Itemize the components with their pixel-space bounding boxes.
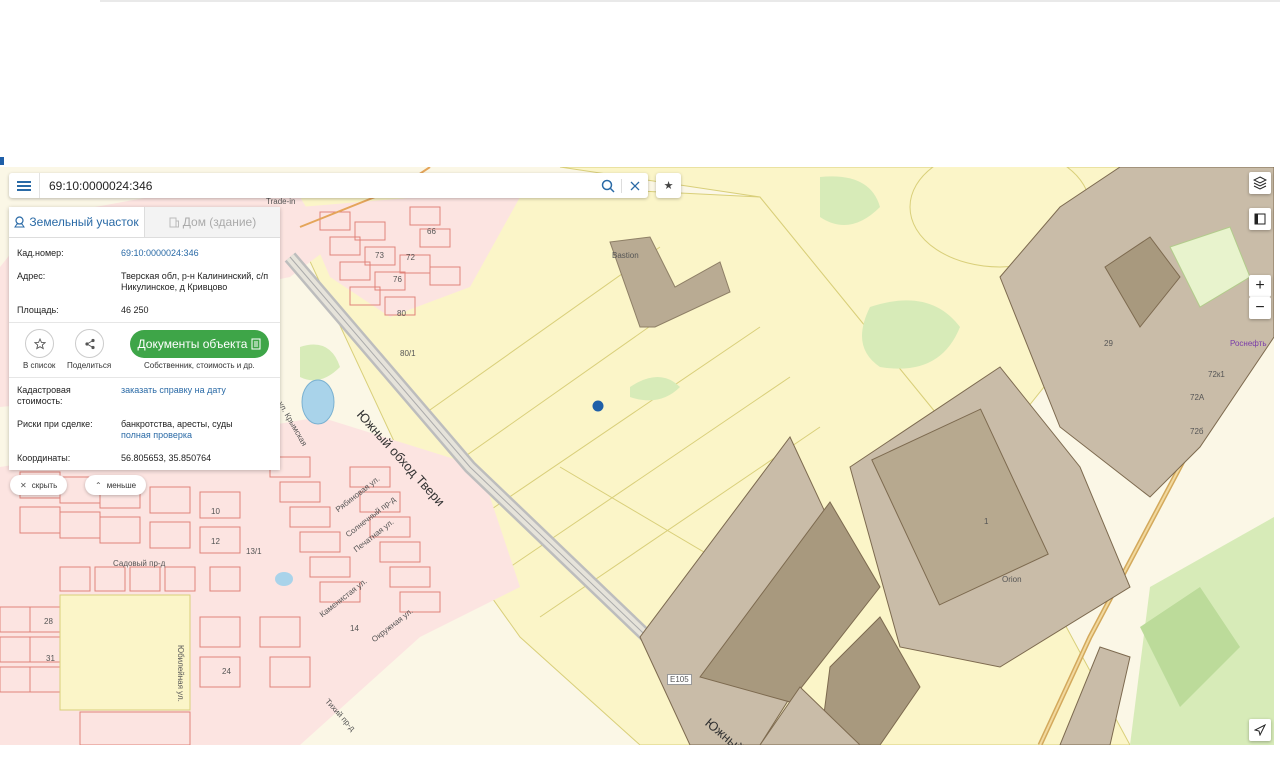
documents-caption: Собственник, стоимость и др.	[144, 361, 255, 370]
chevron-up-icon: ⌃	[95, 480, 102, 490]
tabs: Земельный участок Дом (здание)	[9, 207, 280, 238]
add-to-list-button[interactable]	[25, 329, 54, 358]
map-label-bastion: Bastion	[612, 251, 639, 260]
land-icon	[14, 216, 26, 228]
map-label-num-29: 29	[1104, 339, 1113, 348]
tab-land-parcel[interactable]: Земельный участок	[9, 207, 144, 237]
risks-value: банкротства, аресты, суды	[121, 419, 233, 429]
map-label-e105: E105	[667, 674, 692, 685]
layers-button[interactable]	[1249, 172, 1271, 194]
documents-button[interactable]: Документы объекта	[130, 330, 269, 358]
coords-label: Координаты:	[17, 453, 71, 463]
map-label-num-66: 66	[427, 227, 436, 236]
minus-icon: −	[1255, 299, 1265, 316]
map-label-num-76: 76	[393, 275, 402, 284]
star-icon: ★	[663, 180, 674, 192]
area-value: 46 250	[121, 305, 149, 315]
divider	[9, 322, 280, 323]
map-label-orion: Orion	[1002, 575, 1022, 584]
risks-label: Риски при сделке:	[17, 419, 93, 429]
map-label-num-131: 13/1	[246, 547, 262, 556]
hamburger-icon	[17, 180, 31, 191]
map-label-num-80: 80	[397, 309, 406, 318]
search-input[interactable]: 69:10:0000024:346	[40, 179, 595, 193]
search-button[interactable]	[595, 173, 621, 198]
clear-button[interactable]	[622, 173, 648, 198]
share-icon	[84, 338, 95, 349]
map-label-num-73: 73	[375, 251, 384, 260]
tab-land-label: Земельный участок	[29, 215, 139, 229]
hide-panel-button[interactable]: ✕ скрыть	[10, 475, 68, 495]
share-label: Поделиться	[67, 361, 112, 370]
map-label-num-72k1: 72к1	[1208, 370, 1225, 379]
menu-button[interactable]	[9, 173, 40, 198]
map-label-num-14: 14	[350, 624, 359, 633]
close-icon	[630, 181, 640, 190]
add-to-list-label: В список	[23, 361, 56, 370]
collapse-panel-button[interactable]: ⌃ меньше	[85, 475, 147, 495]
cost-label: Кадастровая стоимость:	[17, 385, 71, 406]
map-label-num-1: 1	[984, 517, 989, 526]
search-icon	[601, 179, 615, 193]
close-icon: ✕	[20, 480, 27, 490]
coords-value: 56.805653, 35.850764	[121, 453, 212, 463]
layers-icon	[1253, 176, 1267, 190]
kad-label: Кад.номер:	[17, 248, 64, 258]
map-label-num-12: 12	[211, 537, 220, 546]
less-label: меньше	[106, 480, 137, 490]
map-label-rosneft: Роснефть	[1230, 339, 1267, 348]
divider	[9, 377, 280, 378]
address-label: Адрес:	[17, 271, 46, 281]
navigation-arrow-icon	[1254, 724, 1266, 736]
tab-building-label: Дом (здание)	[182, 215, 257, 229]
area-label: Площадь:	[17, 305, 59, 315]
map-label-num-31: 31	[46, 654, 55, 663]
map-label-tradein: Trade-in	[266, 197, 296, 206]
address-value: Тверская обл, р-н Калининский, с/п Никул…	[121, 271, 269, 292]
full-check-link[interactable]: полная проверка	[121, 430, 271, 441]
favorite-button[interactable]: ★	[656, 173, 681, 198]
search-bar: 69:10:0000024:346	[9, 173, 648, 198]
bottom-strip	[4, 746, 1280, 767]
locate-button[interactable]	[1249, 719, 1271, 741]
map-label-num-72a: 72А	[1190, 393, 1205, 402]
map-label-yubileynaya: Юбилейная ул.	[176, 645, 185, 702]
top-divider	[100, 0, 1280, 2]
left-accent-mark	[0, 157, 4, 165]
parcel-info-panel: Земельный участок Дом (здание) Кад.номер…	[9, 207, 280, 470]
map-label-sadoviy: Садовый пр-д	[113, 559, 166, 568]
building-icon	[169, 217, 179, 227]
plus-icon: +	[1255, 277, 1265, 294]
legend-icon	[1254, 213, 1266, 225]
map-label-num-28: 28	[44, 617, 53, 626]
kad-number-link[interactable]: 69:10:0000024:346	[121, 248, 271, 259]
map-label-num-24: 24	[222, 667, 231, 676]
zoom-in-button[interactable]: +	[1249, 275, 1271, 297]
star-outline-icon	[33, 337, 46, 350]
map-label-num-726: 72б	[1190, 427, 1204, 436]
zoom-out-button[interactable]: −	[1249, 297, 1271, 319]
document-icon	[251, 338, 261, 350]
map-label-num-72: 72	[406, 253, 415, 262]
order-certificate-link[interactable]: заказать справку на дату	[121, 385, 271, 396]
map-label-num-801: 80/1	[400, 349, 416, 358]
share-button[interactable]	[75, 329, 104, 358]
hide-label: скрыть	[31, 480, 58, 490]
legend-button[interactable]	[1249, 208, 1271, 230]
map-label-num-10: 10	[211, 507, 220, 516]
documents-button-label: Документы объекта	[137, 337, 248, 351]
tab-building[interactable]: Дом (здание)	[144, 207, 280, 237]
